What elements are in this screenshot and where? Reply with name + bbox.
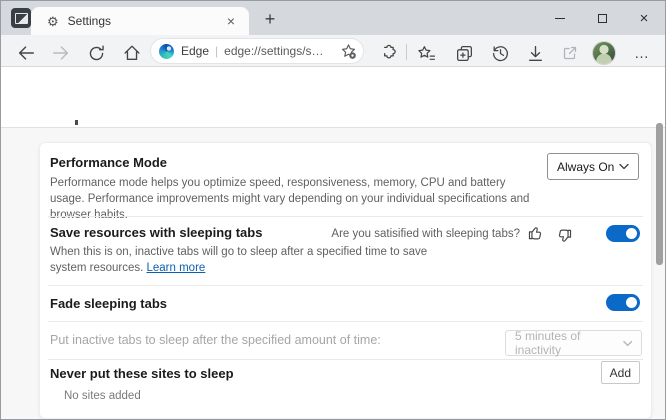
performance-mode-dropdown-value: Always On (557, 160, 614, 174)
forward-button (49, 41, 73, 65)
active-tab[interactable]: ⚙ Settings × (31, 7, 249, 35)
settings-and-more-button[interactable]: … (630, 41, 654, 65)
chevron-down-icon (623, 340, 632, 347)
maximize-button[interactable] (581, 1, 623, 35)
tab-title: Settings (68, 14, 223, 28)
performance-mode-title: Performance Mode (50, 155, 167, 170)
sleep-timeout-label: Put inactive tabs to sleep after the spe… (50, 333, 381, 347)
gear-icon: ⚙ (47, 15, 59, 28)
toolbar-divider (406, 44, 407, 60)
new-tab-button[interactable]: + (259, 9, 281, 31)
history-button[interactable] (488, 41, 512, 65)
address-site-label: Edge (181, 44, 209, 58)
maximize-icon (598, 14, 607, 23)
profile-avatar[interactable] (593, 42, 615, 64)
tab-actions-menu-icon[interactable] (11, 8, 31, 28)
collections-button[interactable] (452, 41, 476, 65)
add-favorite-star-icon[interactable] (340, 43, 357, 60)
window-controls: × (539, 1, 665, 35)
refresh-button[interactable] (84, 41, 108, 65)
close-button[interactable]: × (623, 1, 665, 35)
sleep-timeout-dropdown: 5 minutes of inactivity (505, 330, 642, 356)
address-url: edge://settings/s… (224, 44, 340, 58)
row-divider (48, 285, 643, 286)
address-separator: | (215, 44, 218, 58)
learn-more-link[interactable]: Learn more (147, 262, 206, 274)
favorites-icon (417, 44, 436, 63)
back-button[interactable] (14, 41, 38, 65)
home-icon (122, 43, 142, 63)
minimize-button[interactable] (539, 1, 581, 35)
collections-icon (455, 44, 474, 63)
extensions-puzzle-icon (378, 44, 396, 62)
tab-strip: ⚙ Settings × + × (1, 1, 665, 35)
chevron-down-icon (619, 163, 629, 170)
scrollbar-thumb[interactable] (656, 123, 663, 265)
favorites-button[interactable] (414, 41, 438, 65)
sleeping-tabs-title: Save resources with sleeping tabs (50, 225, 262, 240)
sleeping-tabs-settings-card: Performance Mode Performance mode helps … (39, 142, 652, 419)
share-button (558, 41, 582, 65)
refresh-icon (87, 44, 106, 63)
toggle-knob (626, 228, 637, 239)
sleep-timeout-dropdown-value: 5 minutes of inactivity (515, 329, 623, 357)
never-sleep-sites-title: Never put these sites to sleep (50, 366, 234, 381)
extensions-button[interactable] (375, 41, 399, 65)
no-sites-added-text: No sites added (64, 390, 141, 402)
thumbs-down-icon (555, 227, 573, 245)
scrolled-text-remnant (75, 120, 78, 125)
fade-sleeping-tabs-toggle[interactable] (606, 294, 640, 311)
history-icon (491, 44, 510, 63)
sleeping-tabs-toggle[interactable] (606, 225, 640, 242)
sleeping-tabs-description-text: When this is on, inactive tabs will go t… (50, 246, 427, 274)
thumbs-down-button[interactable] (555, 227, 573, 245)
downloads-button[interactable] (523, 41, 547, 65)
thumbs-up-button[interactable] (527, 224, 545, 242)
row-divider (48, 216, 643, 217)
share-icon (561, 44, 579, 62)
sleeping-tabs-feedback-question: Are you satisified with sleeping tabs? (331, 228, 520, 240)
more-icon: … (634, 45, 650, 62)
thumbs-up-icon (527, 224, 545, 242)
sleeping-tabs-description: When this is on, inactive tabs will go t… (50, 244, 440, 276)
row-divider (48, 359, 643, 360)
tab-close-icon[interactable]: × (223, 14, 239, 28)
settings-content: Performance Mode Performance mode helps … (1, 127, 665, 420)
downloads-icon (526, 44, 545, 63)
address-bar[interactable]: Edge | edge://settings/s… (151, 39, 363, 63)
forward-icon (51, 43, 71, 63)
toggle-knob (626, 297, 637, 308)
fade-sleeping-tabs-title: Fade sleeping tabs (50, 296, 167, 311)
performance-mode-dropdown[interactable]: Always On (547, 153, 639, 180)
add-site-button[interactable]: Add (601, 361, 640, 384)
minimize-icon (555, 18, 565, 19)
home-button[interactable] (120, 41, 144, 65)
row-divider (48, 321, 643, 322)
edge-logo-icon (159, 44, 174, 59)
settings-header: Settings (1, 67, 665, 127)
browser-window: ⚙ Settings × + × Edge | edge://settings/… (0, 0, 666, 420)
back-icon (16, 43, 36, 63)
